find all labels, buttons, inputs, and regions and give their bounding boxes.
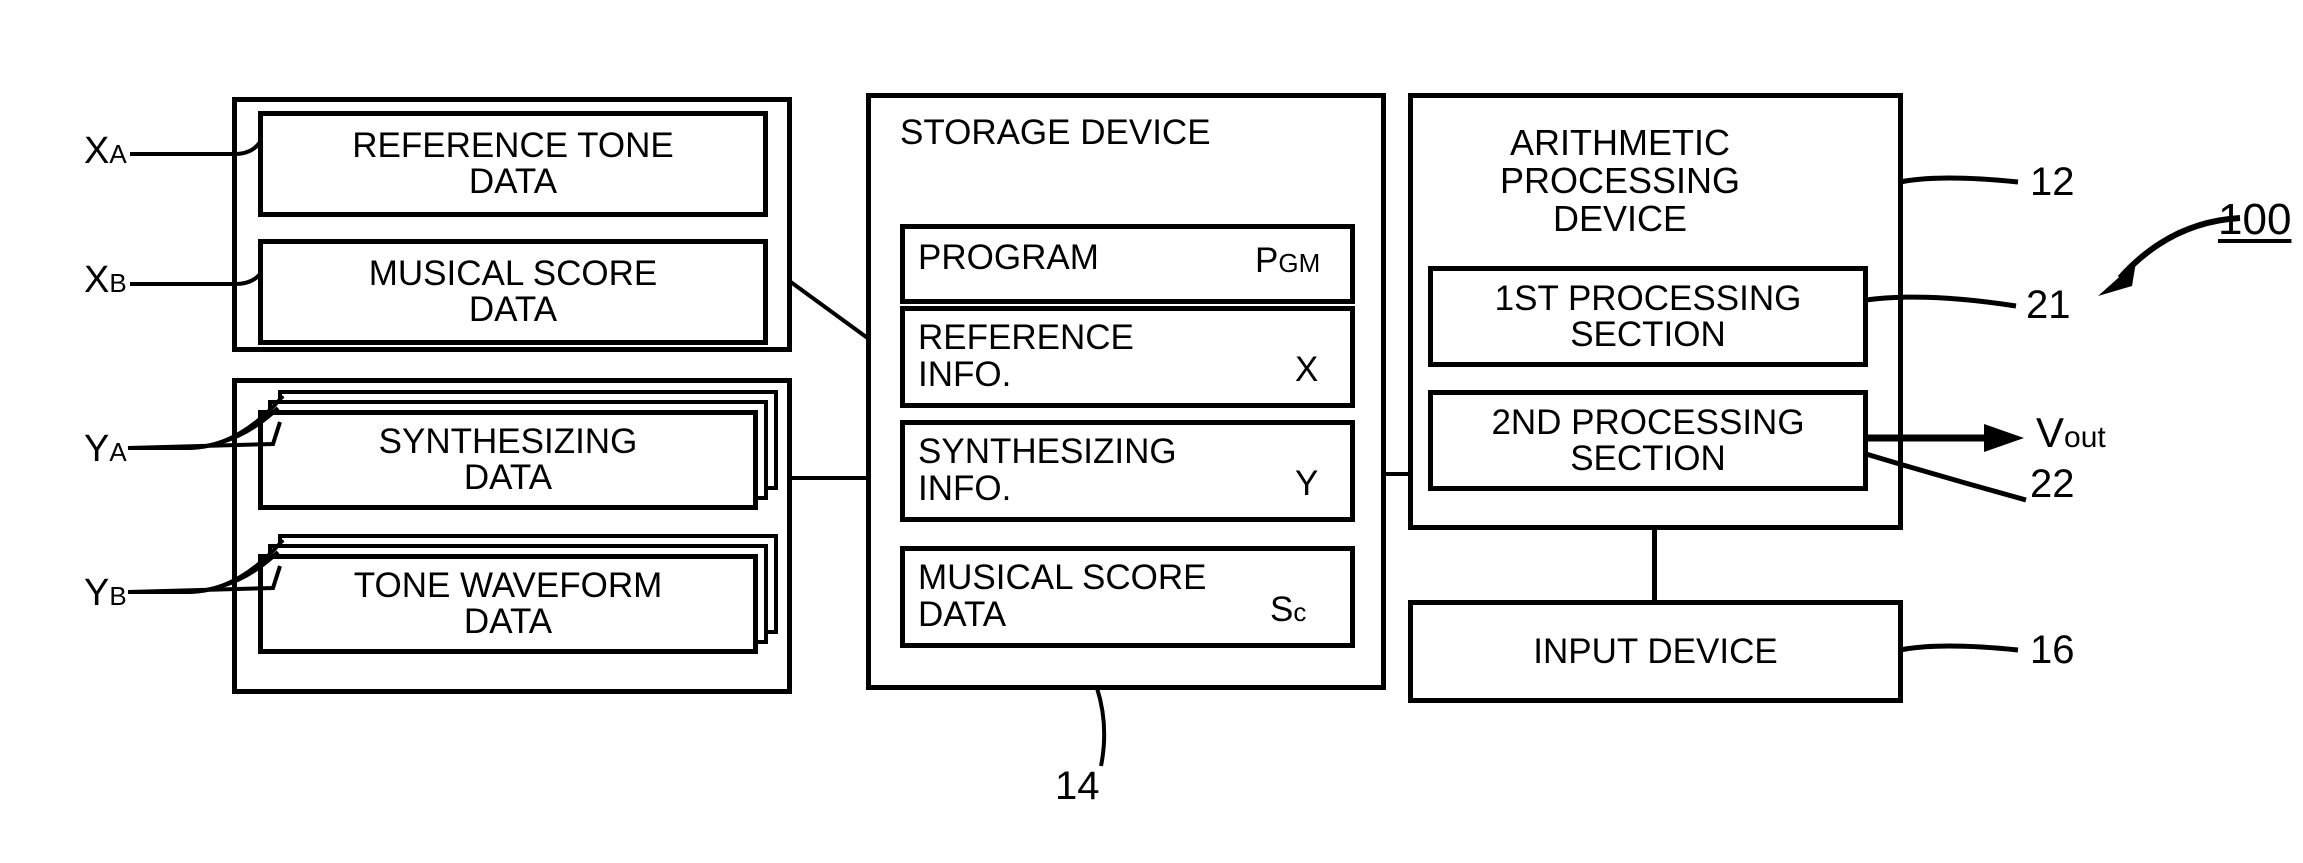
reference-numeral-100: 100 bbox=[2218, 195, 2292, 244]
tone-waveform-data-label: TONE WAVEFORM DATA bbox=[353, 566, 663, 641]
storage-item-reference-info-symbol: X bbox=[1295, 352, 1318, 387]
leader-14 bbox=[1095, 687, 1107, 767]
storage-item-musical-score-symbol: Sc bbox=[1270, 592, 1306, 627]
label-xb-subscript: B bbox=[109, 268, 127, 298]
reference-tone-data-label: REFERENCE TONE DATA bbox=[352, 126, 674, 201]
reference-numeral-14: 14 bbox=[1055, 764, 1100, 808]
label-ya-base: Y bbox=[84, 428, 110, 470]
tone-waveform-data-box: TONE WAVEFORM DATA bbox=[258, 554, 758, 654]
storage-item-synthesizing-info-label: SYNTHESIZING INFO. bbox=[918, 432, 1177, 508]
leader-ya bbox=[127, 394, 285, 450]
storage-item-musical-score-label: MUSICAL SCORE DATA bbox=[918, 558, 1207, 634]
leader-21 bbox=[1865, 294, 2017, 309]
label-yb-subscript: B bbox=[109, 581, 127, 611]
storage-item-program-symbol-sub: GM bbox=[1278, 248, 1321, 278]
reference-numeral-22: 22 bbox=[2030, 462, 2075, 506]
first-processing-section-box: 1ST PROCESSING SECTION bbox=[1428, 266, 1868, 367]
storage-item-synthesizing-info-symbol: Y bbox=[1295, 466, 1318, 501]
label-xb: XB bbox=[84, 261, 127, 299]
second-processing-section-box: 2ND PROCESSING SECTION bbox=[1428, 390, 1868, 491]
label-yb: YB bbox=[84, 574, 127, 612]
leader-12 bbox=[1899, 175, 2019, 185]
storage-item-synthesizing-info-symbol-main: Y bbox=[1295, 464, 1319, 503]
arithmetic-processing-device-title: ARITHMETIC PROCESSING DEVICE bbox=[1499, 122, 1741, 239]
label-ya-subscript: A bbox=[109, 437, 127, 467]
label-ya: YA bbox=[84, 430, 127, 468]
synthesizing-data-label: SYNTHESIZING DATA bbox=[378, 422, 638, 497]
output-label-vout: Vout bbox=[2036, 412, 2106, 454]
input-device-box: INPUT DEVICE bbox=[1408, 600, 1903, 703]
connector-arithmetic-to-input-device bbox=[1652, 528, 1657, 602]
storage-item-reference-info-symbol-main: X bbox=[1295, 350, 1319, 389]
reference-tone-data-box: REFERENCE TONE DATA bbox=[258, 111, 768, 217]
synthesizing-data-box: SYNTHESIZING DATA bbox=[258, 410, 758, 510]
storage-device-title: STORAGE DEVICE bbox=[900, 113, 1211, 152]
first-processing-section-label: 1ST PROCESSING SECTION bbox=[1494, 278, 1802, 354]
output-label-vout-base: V bbox=[2036, 409, 2065, 456]
label-xb-base: X bbox=[84, 259, 110, 301]
musical-score-data-box: MUSICAL SCORE DATA bbox=[258, 239, 768, 345]
reference-numeral-16: 16 bbox=[2030, 628, 2075, 672]
storage-item-reference-info-label: REFERENCE INFO. bbox=[918, 318, 1134, 394]
output-label-vout-subscript: out bbox=[2064, 421, 2106, 454]
storage-item-program-label: PROGRAM bbox=[918, 238, 1099, 277]
leader-xa bbox=[130, 140, 262, 156]
storage-item-program-symbol: PGM bbox=[1255, 243, 1320, 278]
input-device-label: INPUT DEVICE bbox=[1533, 631, 1778, 671]
label-yb-base: Y bbox=[84, 572, 110, 614]
leader-16 bbox=[1899, 643, 2019, 653]
storage-item-program-symbol-main: P bbox=[1255, 241, 1279, 280]
label-xa-subscript: A bbox=[109, 139, 127, 169]
storage-item-musical-score-symbol-main: S bbox=[1270, 590, 1294, 629]
reference-numeral-12: 12 bbox=[2030, 160, 2075, 204]
leader-22 bbox=[1865, 451, 2027, 503]
leader-yb bbox=[127, 538, 285, 594]
leader-xb bbox=[130, 272, 262, 286]
musical-score-data-label: MUSICAL SCORE DATA bbox=[368, 254, 658, 329]
reference-numeral-21: 21 bbox=[2026, 283, 2071, 327]
label-xa: XA bbox=[84, 132, 127, 170]
patent-figure: REFERENCE TONE DATA MUSICAL SCORE DATA X… bbox=[0, 0, 2303, 863]
storage-item-musical-score-symbol-sub: c bbox=[1293, 597, 1307, 627]
output-arrow-vout bbox=[1866, 424, 2024, 452]
second-processing-section-label: 2ND PROCESSING SECTION bbox=[1491, 402, 1805, 478]
label-xa-base: X bbox=[84, 130, 110, 172]
